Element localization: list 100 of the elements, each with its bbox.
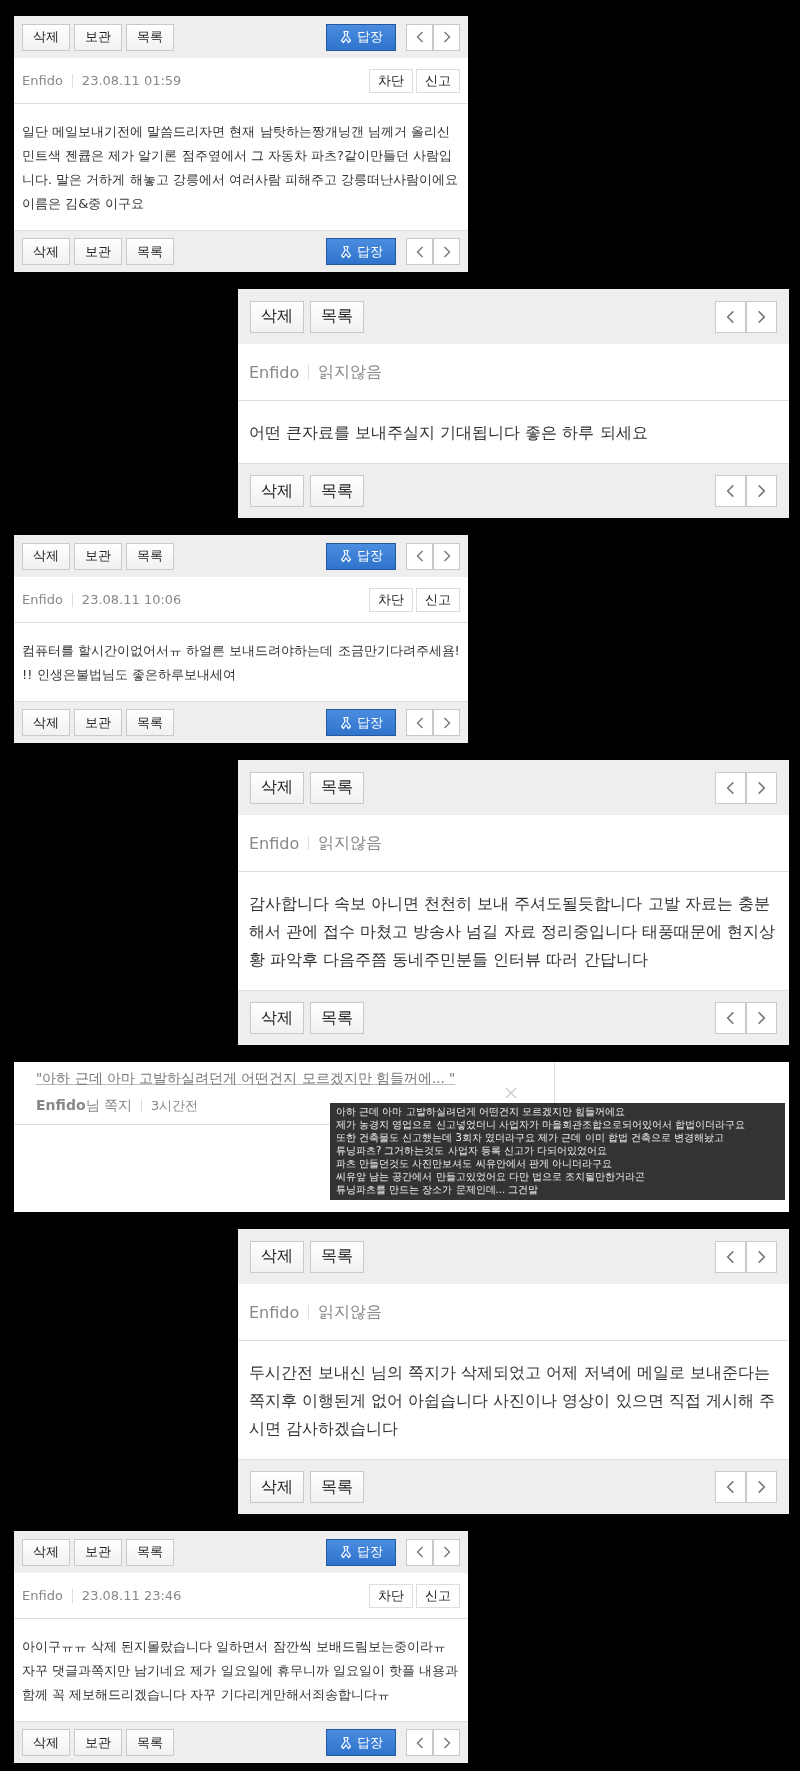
reply-button[interactable]: 답장	[326, 23, 396, 51]
message-date: 23.08.11 10:06	[81, 592, 182, 607]
chevron-left-icon	[726, 780, 735, 795]
delete-button[interactable]: 삭제	[22, 1538, 70, 1566]
previous-button[interactable]	[715, 1240, 746, 1273]
list-button[interactable]: 목록	[126, 1538, 174, 1566]
message-text: 두시간전 보내신 님의 쪽지가 삭제되었고 어제 저녁에 메일로 보내준다는 쪽지후 이행된게 없어 아쉽습니다 사진이나 영상이 있으면 직접 게시해 주시면 감사하겠습니다	[248, 1362, 776, 1440]
chevron-left-icon	[726, 1480, 735, 1494]
next-button[interactable]	[433, 23, 460, 51]
previous-button[interactable]	[406, 1729, 433, 1756]
delete-button[interactable]: 삭제	[250, 475, 304, 507]
previous-button[interactable]	[715, 300, 746, 333]
previous-button[interactable]	[406, 542, 433, 570]
next-button[interactable]	[746, 300, 777, 333]
report-button[interactable]: 신고	[416, 1583, 460, 1608]
list-button[interactable]: 목록	[126, 542, 174, 570]
delete-button[interactable]: 삭제	[22, 709, 70, 736]
reply-button[interactable]: 답장	[326, 709, 396, 736]
message-text: 감사합니다 속보 아니면 천천히 보내 주셔도될듯합니다 고발 자료는 충분해서 관에 접수 마쳤고 방송사 넘길 자료 정리중입니다 태풍때문에 현지상황 파악후 다음주쯤 동네주민분들 인터뷰 따러 간답니다	[248, 893, 776, 971]
archive-button[interactable]: 보관	[74, 709, 122, 736]
next-button[interactable]	[433, 238, 460, 265]
previous-button[interactable]	[715, 475, 746, 507]
message-text: 어떤 큰자료를 보내주실지 기대됩니다 좋은 하루 되세요	[248, 422, 649, 444]
report-button[interactable]: 신고	[416, 587, 460, 612]
next-button[interactable]	[433, 1538, 460, 1566]
tooltip-line: 제가 농경지 영업으로 신고넣었더니 사업자가 마을회관조합으로되어있어서 합법이더라구요	[336, 1118, 747, 1131]
tooltip-line: 씨유앞 남는 공간에서 만들고있었어요 다만 법으로 조치될만한거라곤	[336, 1170, 647, 1183]
list-button[interactable]: 목록	[310, 475, 364, 507]
next-button[interactable]	[746, 771, 777, 804]
list-button[interactable]: 목록	[310, 300, 364, 333]
list-button[interactable]: 목록	[126, 23, 174, 51]
previous-button[interactable]	[406, 1538, 433, 1566]
chevron-left-icon	[415, 716, 424, 729]
tooltip-line: 아하 근데 아마 고발하실려던게 어떤건지 모르겠지만 힘들꺼에요	[336, 1105, 627, 1118]
delete-button[interactable]: 삭제	[22, 238, 70, 265]
next-button[interactable]	[746, 1471, 777, 1503]
message-date: 23.08.11 23:46	[81, 1588, 182, 1603]
delete-button[interactable]: 삭제	[250, 1240, 304, 1273]
list-button[interactable]: 목록	[126, 709, 174, 736]
message-date: 23.08.11 01:59	[81, 73, 182, 88]
report-button[interactable]: 신고	[416, 68, 460, 93]
reply-button[interactable]: 답장	[326, 1729, 396, 1756]
chevron-right-icon	[442, 716, 451, 729]
archive-button[interactable]: 보관	[74, 1729, 122, 1756]
previous-button[interactable]	[715, 1471, 746, 1503]
sender-name: Enfido	[249, 1302, 300, 1322]
delete-button[interactable]: 삭제	[250, 300, 304, 333]
next-button[interactable]	[746, 1240, 777, 1273]
sender-name: Enfido	[249, 833, 300, 853]
chevron-left-icon	[415, 550, 424, 562]
previous-button[interactable]	[406, 238, 433, 265]
list-button[interactable]: 목록	[126, 1729, 174, 1756]
chevron-right-icon	[442, 245, 451, 258]
reply-button[interactable]: 답장	[326, 1538, 396, 1566]
previous-button[interactable]	[406, 709, 433, 736]
next-button[interactable]	[433, 709, 460, 736]
delete-button[interactable]: 삭제	[22, 23, 70, 51]
list-button[interactable]: 목록	[310, 1002, 364, 1034]
next-button[interactable]	[433, 1729, 460, 1756]
archive-button[interactable]: 보관	[74, 238, 122, 265]
previous-button[interactable]	[715, 771, 746, 804]
message-text: 아이구ㅠㅠ 삭제 된지몰랐습니다 일하면서 잠깐씩 보배드림보는중이라ㅠ 자꾸 댓글과쪽지만 남기네요 제가 일요일에 휴무니까 일요일이 핫플 내용과함께 꼭 제보해드리겠습니다 자꾸 기다리게만해서죄송합니다ㅠ	[21, 1638, 460, 1704]
sender-name: Enfido	[22, 1588, 63, 1603]
chevron-right-icon	[757, 484, 766, 498]
archive-button[interactable]: 보관	[74, 23, 122, 51]
archive-button[interactable]: 보관	[74, 1538, 122, 1566]
read-status: 읽지않음	[318, 361, 383, 383]
next-button[interactable]	[433, 542, 460, 570]
next-button[interactable]	[746, 475, 777, 507]
list-button[interactable]: 목록	[126, 238, 174, 265]
chevron-right-icon	[442, 1546, 451, 1558]
sender-name: Enfido	[22, 592, 63, 607]
block-button[interactable]: 차단	[369, 1583, 413, 1608]
chevron-left-icon	[415, 1546, 424, 1558]
sender-name: Enfido	[22, 73, 63, 88]
chevron-right-icon	[757, 780, 766, 795]
message-preview-link[interactable]: "아하 근데 아마 고발하실려던게 어떤건지 모르겠지만 힘들꺼에... "	[36, 1070, 540, 1088]
next-button[interactable]	[746, 1002, 777, 1034]
delete-button[interactable]: 삭제	[22, 542, 70, 570]
delete-button[interactable]: 삭제	[22, 1729, 70, 1756]
previous-button[interactable]	[406, 23, 433, 51]
notification-time: 3시간전	[151, 1097, 199, 1115]
delete-button[interactable]: 삭제	[250, 1471, 304, 1503]
list-button[interactable]: 목록	[310, 771, 364, 804]
list-button[interactable]: 목록	[310, 1471, 364, 1503]
previous-button[interactable]	[715, 1002, 746, 1034]
chevron-left-icon	[726, 309, 735, 324]
chevron-right-icon	[757, 1011, 766, 1025]
block-button[interactable]: 차단	[369, 68, 413, 93]
archive-button[interactable]: 보관	[74, 542, 122, 570]
close-icon	[505, 1087, 517, 1099]
list-button[interactable]: 목록	[310, 1240, 364, 1273]
delete-button[interactable]: 삭제	[250, 1002, 304, 1034]
reply-button[interactable]: 답장	[326, 238, 396, 265]
block-button[interactable]: 차단	[369, 587, 413, 612]
reply-button[interactable]: 답장	[326, 542, 396, 570]
sender-name: Enfido	[249, 362, 300, 382]
chevron-right-icon	[757, 1249, 766, 1264]
delete-button[interactable]: 삭제	[250, 771, 304, 804]
chevron-right-icon	[442, 31, 451, 43]
